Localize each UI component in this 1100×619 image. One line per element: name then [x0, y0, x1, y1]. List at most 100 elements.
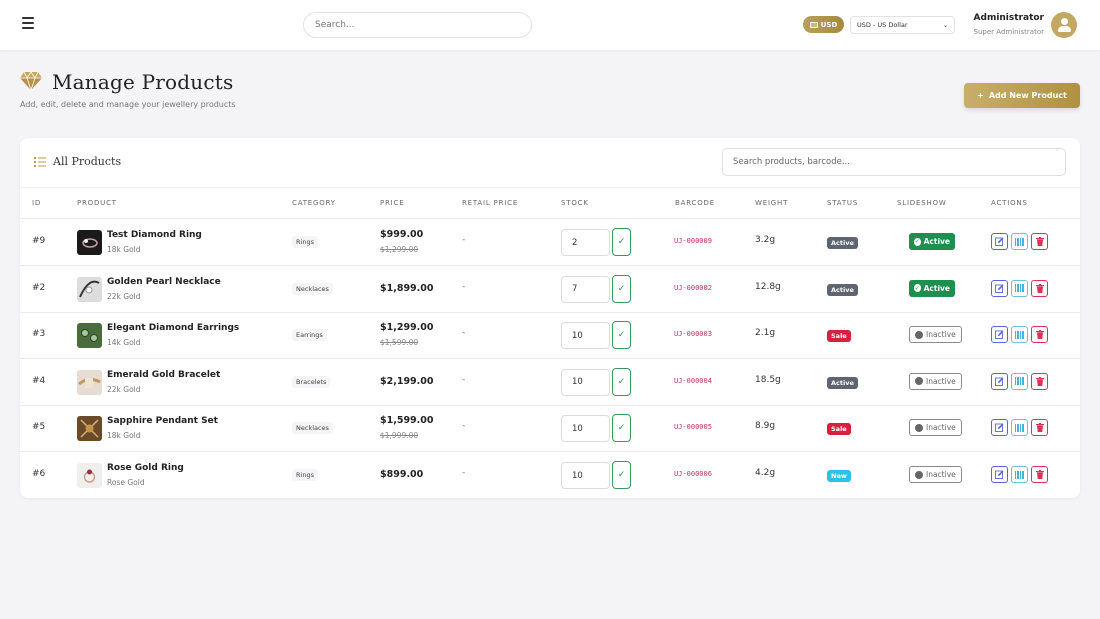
col-status: STATUS: [827, 199, 859, 207]
edit-button[interactable]: [991, 326, 1008, 344]
weight: 12.8g: [755, 281, 781, 292]
products-card: All Products ID PRODUCT CATEGORY PRICE R…: [20, 138, 1080, 498]
weight: 18.5g: [755, 374, 781, 385]
barcode-button[interactable]: [1011, 466, 1028, 483]
stock-input[interactable]: [561, 415, 610, 443]
slideshow-toggle[interactable]: ✓ Active: [909, 279, 955, 297]
list-icon: [34, 157, 46, 167]
status-badge: Active: [827, 283, 858, 296]
circle-icon: [915, 470, 923, 479]
product-price: $2,199.00: [380, 375, 434, 387]
category-badge: Rings: [292, 236, 318, 248]
table-header: ID PRODUCT CATEGORY PRICE RETAIL PRICE S…: [20, 187, 1080, 219]
stock-input[interactable]: [561, 275, 610, 303]
slideshow-toggle[interactable]: Inactive: [909, 419, 962, 437]
delete-button[interactable]: [1031, 233, 1048, 250]
check-circle-icon: ✓: [914, 284, 921, 293]
product-thumbnail: [77, 369, 102, 395]
table-row: #9 Test Diamond Ring 18k Gold Rings $999.00 $…: [20, 219, 1080, 266]
product-id: #9: [32, 236, 46, 246]
currency-select[interactable]: USD - US Dollar ⌄: [850, 16, 955, 34]
cash-icon: [809, 21, 818, 28]
delete-button[interactable]: [1031, 372, 1048, 390]
currency-select-value: USD - US Dollar: [857, 21, 908, 29]
col-actions: ACTIONS: [991, 199, 1028, 207]
trash-icon: [1035, 470, 1044, 479]
category-badge: Earrings: [292, 329, 327, 342]
col-id: ID: [32, 199, 42, 207]
slideshow-toggle[interactable]: Inactive: [909, 326, 962, 344]
delete-button[interactable]: [1031, 466, 1048, 483]
weight: 3.2g: [755, 235, 776, 245]
trash-icon: [1035, 376, 1044, 386]
circle-icon: [915, 377, 923, 386]
check-icon: ✓: [617, 237, 626, 247]
table-row: #3 Elegant Diamond Earrings 14k Gold Earrin…: [20, 312, 1080, 360]
stock-input[interactable]: [561, 229, 610, 256]
edit-button[interactable]: [991, 279, 1008, 297]
product-thumbnail: [77, 463, 102, 488]
retail-price: -: [462, 468, 466, 478]
barcode-button[interactable]: [1011, 326, 1028, 344]
edit-button[interactable]: [991, 466, 1008, 483]
stock-input[interactable]: [561, 322, 610, 350]
col-weight: WEIGHT: [755, 199, 789, 207]
trash-icon: [1035, 423, 1044, 433]
delete-button[interactable]: [1031, 419, 1048, 437]
trash-icon: [1035, 330, 1044, 340]
product-search-input[interactable]: [722, 148, 1066, 176]
save-stock-button[interactable]: ✓: [612, 414, 631, 443]
check-icon: ✓: [617, 330, 626, 341]
barcode-button[interactable]: [1011, 279, 1028, 297]
save-stock-button[interactable]: ✓: [612, 367, 631, 396]
col-category: CATEGORY: [292, 199, 336, 207]
product-id: #4: [32, 375, 46, 386]
col-stock: STOCK: [561, 199, 589, 207]
edit-button[interactable]: [991, 233, 1008, 250]
check-icon: ✓: [617, 283, 626, 294]
product-metal: 18k Gold: [107, 245, 141, 254]
currency-badge[interactable]: USD: [803, 16, 844, 33]
slideshow-toggle[interactable]: Inactive: [909, 372, 962, 390]
check-icon: ✓: [617, 470, 626, 480]
menu-icon[interactable]: [22, 17, 34, 29]
global-search-input[interactable]: [303, 12, 532, 38]
slideshow-toggle[interactable]: Inactive: [909, 466, 962, 483]
category-badge: Necklaces: [292, 282, 333, 295]
save-stock-button[interactable]: ✓: [612, 321, 631, 350]
product-metal: 22k Gold: [107, 384, 141, 394]
barcode-button[interactable]: [1011, 233, 1028, 250]
status-badge: Sale: [827, 330, 851, 343]
category-badge: Necklaces: [292, 422, 333, 435]
delete-button[interactable]: [1031, 279, 1048, 297]
add-product-button[interactable]: + Add New Product: [964, 83, 1080, 108]
user-name: Administrator: [973, 13, 1044, 23]
slideshow-toggle[interactable]: ✓ Active: [909, 233, 955, 250]
stock-input[interactable]: [561, 368, 610, 396]
barcode-button[interactable]: [1011, 419, 1028, 437]
status-badge: Active: [827, 237, 858, 249]
col-barcode: BARCODE: [675, 199, 715, 207]
avatar[interactable]: [1051, 12, 1077, 38]
delete-button[interactable]: [1031, 326, 1048, 344]
barcode-button[interactable]: [1011, 372, 1028, 390]
trash-icon: [1035, 283, 1044, 293]
table-row: #2 Golden Pearl Necklace 22k Gold Necklaces…: [20, 266, 1080, 313]
edit-button[interactable]: [991, 419, 1008, 437]
product-metal: 14k Gold: [107, 338, 141, 348]
edit-button[interactable]: [991, 372, 1008, 390]
save-stock-button[interactable]: ✓: [612, 228, 631, 256]
edit-icon: [995, 377, 1004, 386]
barcode: UJ-000003: [674, 330, 712, 339]
save-stock-button[interactable]: ✓: [612, 274, 631, 303]
stock-input[interactable]: [561, 462, 610, 489]
product-price: $1,299.00: [380, 322, 434, 334]
barcode-icon: [1015, 330, 1024, 339]
product-thumbnail: [77, 323, 102, 349]
slideshow-label: Inactive: [926, 470, 956, 479]
save-stock-button[interactable]: ✓: [612, 461, 631, 489]
check-icon: ✓: [617, 376, 626, 387]
check-circle-icon: ✓: [914, 237, 921, 246]
barcode: UJ-000004: [674, 376, 712, 385]
user-role: Super Administrator: [973, 28, 1044, 36]
